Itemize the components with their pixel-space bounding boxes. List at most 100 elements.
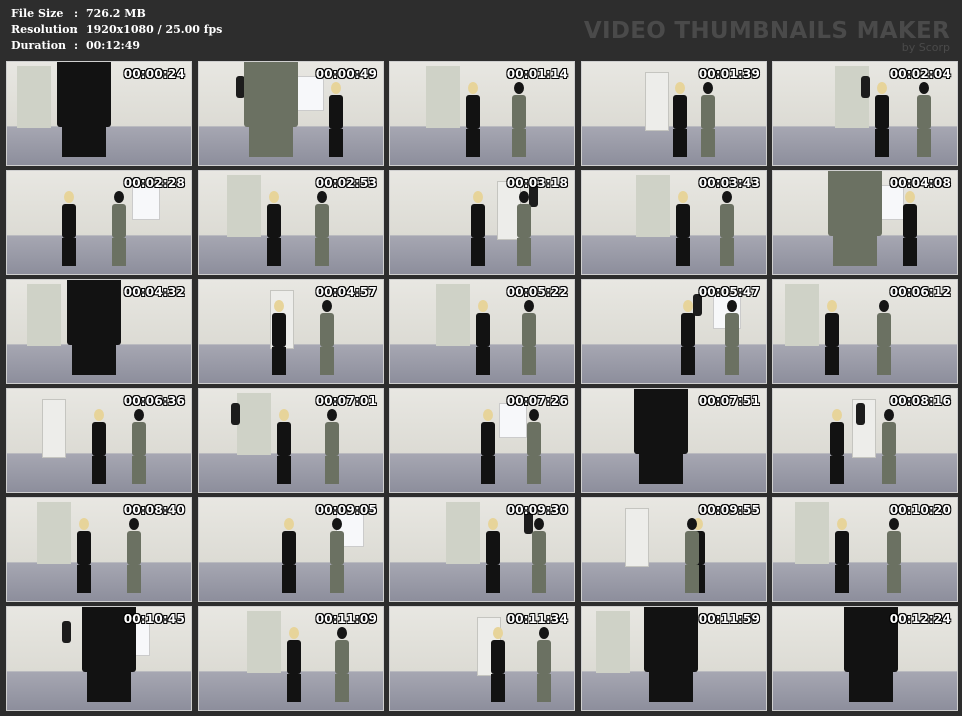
masked-man-figure	[132, 408, 146, 484]
woman-figure	[481, 408, 495, 484]
masked-man-figure	[720, 190, 734, 266]
woman-figure	[92, 408, 106, 484]
video-thumbnail[interactable]: 00:00:49	[198, 61, 384, 166]
punching-bag	[231, 403, 240, 426]
video-thumbnail[interactable]: 00:11:34	[389, 606, 575, 711]
masked-man-figure	[522, 299, 536, 375]
colon: :	[74, 7, 79, 20]
timestamp: 00:11:09	[315, 612, 377, 626]
resolution-row: Resolution: 1920x1080 / 25.00 fps	[11, 22, 222, 38]
woman-figure	[62, 190, 76, 266]
wall-panel	[227, 175, 261, 237]
woman-figure	[830, 408, 844, 484]
woman-figure	[673, 81, 687, 157]
video-thumbnail[interactable]: 00:07:51	[581, 388, 767, 493]
video-thumbnail[interactable]: 00:08:16	[772, 388, 958, 493]
masked-man-figure	[325, 408, 339, 484]
window	[499, 403, 527, 439]
timestamp: 00:00:49	[315, 67, 377, 81]
timestamp: 00:01:14	[506, 67, 568, 81]
timestamp: 00:12:24	[889, 612, 951, 626]
video-thumbnail[interactable]: 00:06:12	[772, 279, 958, 384]
brand-watermark: VIDEO THUMBNAILS MAKER by Scorp	[584, 18, 950, 54]
video-thumbnail[interactable]: 00:04:57	[198, 279, 384, 384]
door	[645, 72, 669, 131]
woman-figure	[67, 280, 121, 375]
window	[296, 76, 324, 112]
brand-title: VIDEO THUMBNAILS MAKER	[583, 18, 950, 44]
wall-panel	[436, 284, 470, 346]
wall-panel	[237, 393, 271, 455]
punching-bag	[62, 621, 71, 644]
video-thumbnail[interactable]: 00:12:24	[772, 606, 958, 711]
thumbnail-grid: 00:00:24 00:00:49 00:01:14 00:01:39 00:02:04…	[6, 61, 958, 713]
wall-panel	[596, 611, 630, 673]
video-thumbnail[interactable]: 00:09:55	[581, 497, 767, 602]
video-thumbnail[interactable]: 00:09:05	[198, 497, 384, 602]
timestamp: 00:09:05	[315, 503, 377, 517]
timestamp: 00:02:28	[123, 176, 185, 190]
video-thumbnail[interactable]: 00:06:36	[6, 388, 192, 493]
video-thumbnail[interactable]: 00:02:04	[772, 61, 958, 166]
masked-man-figure	[917, 81, 931, 157]
woman-figure	[77, 517, 91, 593]
duration-row: Duration:00:12:49	[11, 38, 222, 54]
video-thumbnail[interactable]: 00:04:32	[6, 279, 192, 384]
wall-panel	[27, 284, 61, 346]
video-thumbnail[interactable]: 00:10:45	[6, 606, 192, 711]
timestamp: 00:07:26	[506, 394, 568, 408]
woman-figure	[267, 190, 281, 266]
video-thumbnail[interactable]: 00:02:53	[198, 170, 384, 275]
masked-man-figure	[701, 81, 715, 157]
video-thumbnail[interactable]: 00:01:14	[389, 61, 575, 166]
file-size-label: File Size	[11, 7, 64, 20]
video-thumbnail[interactable]: 00:05:22	[389, 279, 575, 384]
masked-man-figure	[127, 517, 141, 593]
masked-man-figure	[887, 517, 901, 593]
video-thumbnail[interactable]: 00:00:24	[6, 61, 192, 166]
video-thumbnail[interactable]: 00:07:01	[198, 388, 384, 493]
door	[42, 399, 66, 458]
timestamp: 00:10:20	[889, 503, 951, 517]
woman-figure	[287, 626, 301, 702]
timestamp: 00:06:36	[123, 394, 185, 408]
video-thumbnail[interactable]: 00:03:18	[389, 170, 575, 275]
video-thumbnail[interactable]: 00:02:28	[6, 170, 192, 275]
video-thumbnail[interactable]: 00:04:08	[772, 170, 958, 275]
video-thumbnail[interactable]: 00:11:59	[581, 606, 767, 711]
wall-panel	[17, 66, 51, 128]
video-thumbnail[interactable]: 00:07:26	[389, 388, 575, 493]
duration-label: Duration	[11, 39, 67, 52]
video-thumbnail[interactable]: 00:05:47	[581, 279, 767, 384]
masked-man-figure	[330, 517, 344, 593]
file-info: File Size:726.2 MB Resolution: 1920x1080 …	[11, 6, 222, 54]
woman-figure	[875, 81, 889, 157]
video-thumbnail[interactable]: 00:01:39	[581, 61, 767, 166]
masked-man-figure	[877, 299, 891, 375]
woman-figure	[903, 190, 917, 266]
timestamp: 00:02:04	[889, 67, 951, 81]
masked-man-figure	[517, 190, 531, 266]
wall-panel	[37, 502, 71, 564]
timestamp: 00:02:53	[315, 176, 377, 190]
video-thumbnail[interactable]: 00:03:43	[581, 170, 767, 275]
video-thumbnail[interactable]: 00:09:30	[389, 497, 575, 602]
woman-figure	[676, 190, 690, 266]
timestamp: 00:01:39	[698, 67, 760, 81]
door	[625, 508, 649, 567]
punching-bag	[856, 403, 865, 426]
wall-panel	[795, 502, 829, 564]
video-thumbnail[interactable]: 00:11:09	[198, 606, 384, 711]
woman-figure	[476, 299, 490, 375]
timestamp: 00:00:24	[123, 67, 185, 81]
woman-figure	[329, 81, 343, 157]
timestamp: 00:06:12	[889, 285, 951, 299]
file-size-row: File Size:726.2 MB	[11, 6, 222, 22]
video-thumbnail[interactable]: 00:10:20	[772, 497, 958, 602]
masked-man-figure	[532, 517, 546, 593]
woman-figure	[644, 607, 698, 702]
timestamp: 00:08:40	[123, 503, 185, 517]
video-thumbnail[interactable]: 00:08:40	[6, 497, 192, 602]
timestamp: 00:11:34	[506, 612, 568, 626]
woman-figure	[835, 517, 849, 593]
